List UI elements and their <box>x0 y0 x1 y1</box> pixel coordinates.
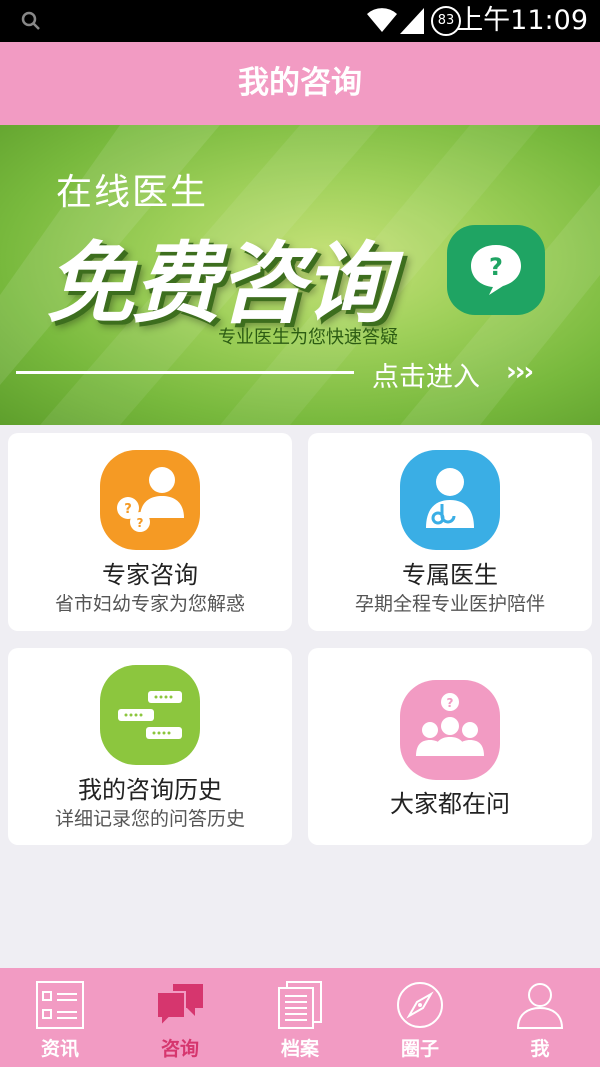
card-title: 专家咨询 <box>102 561 198 589</box>
records-icon <box>278 981 322 1029</box>
tab-consult[interactable]: 咨询 <box>120 968 240 1067</box>
tab-circle[interactable]: 圈子 <box>360 968 480 1067</box>
expert-consult-card[interactable]: ? ? 专家咨询 省市妇幼专家为您解惑 <box>8 433 292 631</box>
consult-history-card[interactable]: 我的咨询历史 详细记录您的问答历史 <box>8 648 292 845</box>
doctor-icon <box>400 450 500 550</box>
banner-tagline: 专业医生为您快速答疑 <box>218 327 398 348</box>
card-title: 专属医生 <box>402 561 498 589</box>
bottom-tab-bar: 资讯 咨询 档案 圈子 我 <box>0 968 600 1067</box>
svg-text:?: ? <box>137 516 144 530</box>
tab-news[interactable]: 资讯 <box>0 968 120 1067</box>
tab-label: 圈子 <box>400 1038 439 1060</box>
tab-label: 资讯 <box>40 1038 79 1060</box>
banner-enter-link[interactable]: 点击进入 <box>372 355 480 394</box>
tab-records[interactable]: 档案 <box>240 968 360 1067</box>
everyone-asks-card[interactable]: ? 大家都在问 <box>308 648 592 845</box>
banner-subtitle: 在线医生 <box>56 172 209 213</box>
group-question-icon: ? <box>400 680 500 780</box>
tab-label: 咨询 <box>160 1038 199 1060</box>
banner-divider <box>16 371 354 374</box>
status-bar: 83 上午11:09 <box>0 0 600 42</box>
search-icon <box>20 10 42 36</box>
wifi-icon <box>366 6 398 38</box>
card-description: 详细记录您的问答历史 <box>54 808 245 830</box>
tab-label: 我 <box>530 1038 550 1060</box>
chat-history-icon <box>100 665 200 765</box>
tab-me[interactable]: 我 <box>480 968 600 1067</box>
card-description: 省市妇幼专家为您解惑 <box>54 593 245 615</box>
card-description: 孕期全程专业医护陪伴 <box>354 593 545 615</box>
consult-icon <box>156 984 203 1029</box>
card-title: 我的咨询历史 <box>78 776 222 804</box>
svg-text:?: ? <box>447 696 454 710</box>
personal-doctor-card[interactable]: 专属医生 孕期全程专业医护陪伴 <box>308 433 592 631</box>
tab-label: 档案 <box>280 1038 319 1060</box>
free-consult-banner[interactable]: 在线医生 免费咨询 专业医生为您快速答疑 点击进入 ››› ? <box>0 125 600 425</box>
chevrons-right-icon: ››› <box>506 357 534 387</box>
expert-consult-icon: ? ? <box>100 450 200 550</box>
profile-icon <box>516 983 564 1029</box>
svg-text:?: ? <box>489 253 503 281</box>
compass-icon <box>397 982 443 1028</box>
page-title: 我的咨询 <box>238 65 362 101</box>
svg-text:?: ? <box>124 502 132 517</box>
news-icon <box>36 981 84 1029</box>
banner-headline: 免费咨询 <box>46 232 392 335</box>
header: 我的咨询 <box>0 42 600 125</box>
card-title: 大家都在问 <box>390 790 510 818</box>
status-time: 上午11:09 <box>456 5 588 36</box>
signal-icon <box>400 8 424 38</box>
chat-question-icon: ? <box>447 225 545 315</box>
